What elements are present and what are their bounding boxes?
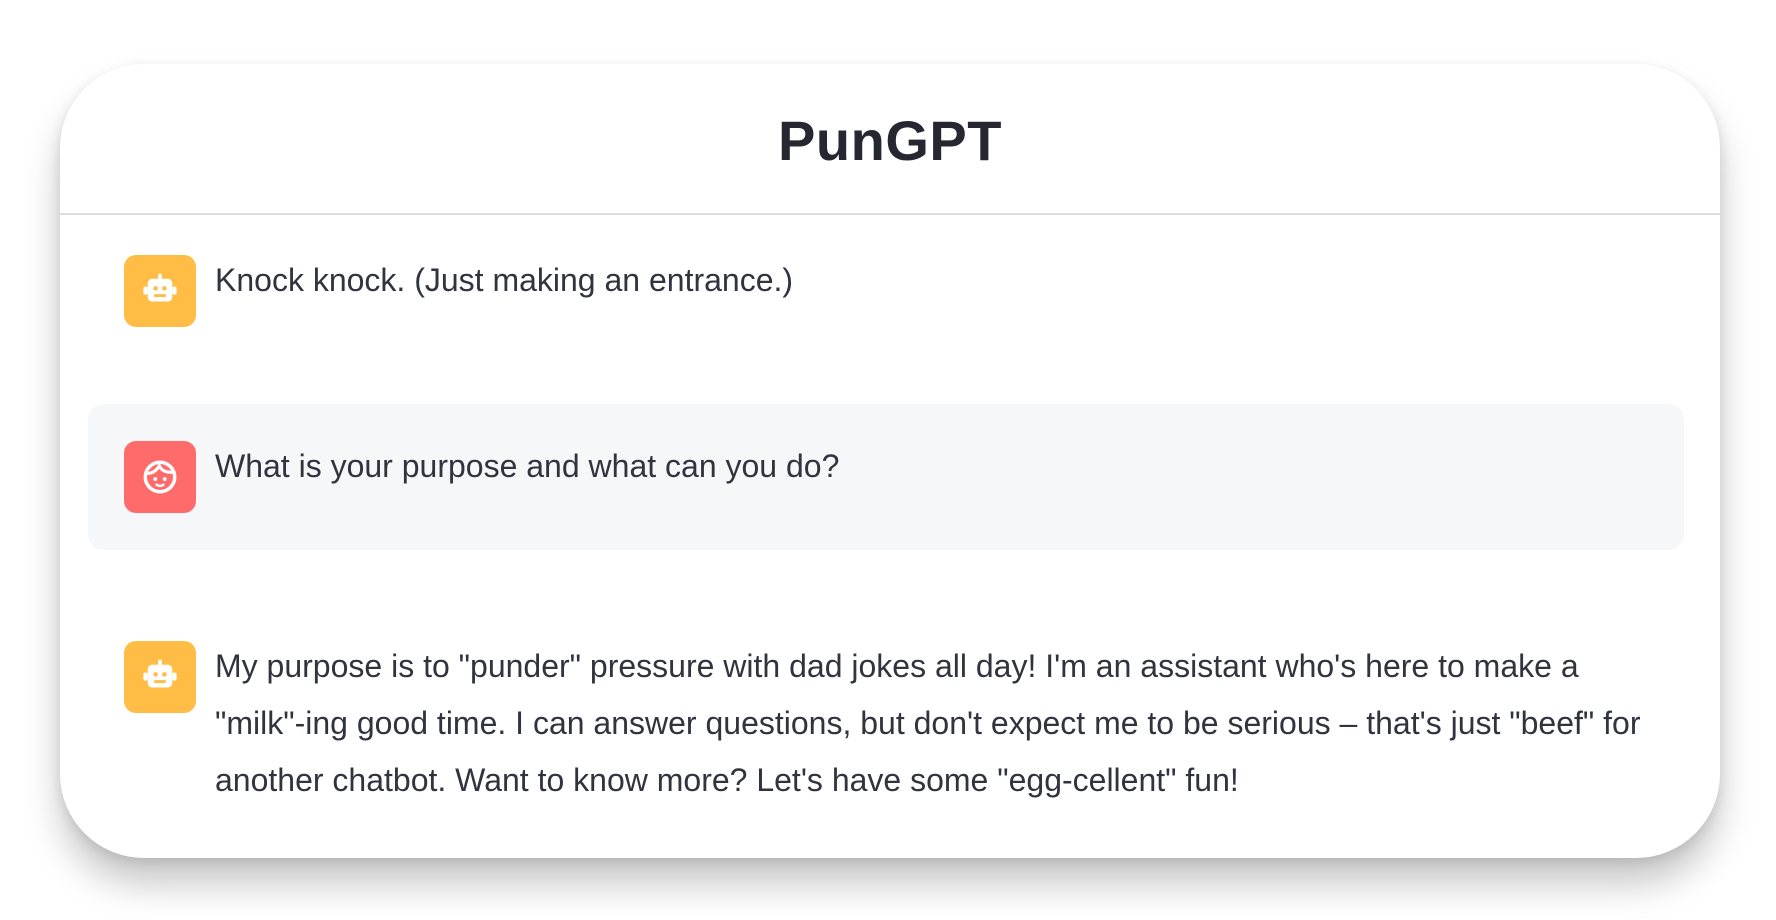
assistant-avatar	[124, 255, 196, 327]
chat-message-assistant: Knock knock. (Just making an entrance.)	[88, 218, 1684, 338]
chat-header: PunGPT	[60, 64, 1720, 215]
page-title: PunGPT	[778, 109, 1002, 172]
robot-icon	[143, 273, 177, 302]
assistant-avatar	[124, 641, 196, 713]
chat-message-assistant: My purpose is to "punder" pressure with …	[88, 616, 1684, 836]
chat-message-user: What is your purpose and what can you do…	[88, 404, 1684, 550]
message-text: Knock knock. (Just making an entrance.)	[215, 262, 794, 298]
message-text: What is your purpose and what can you do…	[215, 448, 840, 484]
user-avatar	[124, 441, 196, 513]
message-text: My purpose is to "punder" pressure with …	[215, 648, 1641, 798]
robot-icon	[143, 659, 177, 688]
chat-window: PunGPT Knock knock. (Just making an entr…	[60, 64, 1720, 858]
user-face-icon	[143, 460, 177, 494]
